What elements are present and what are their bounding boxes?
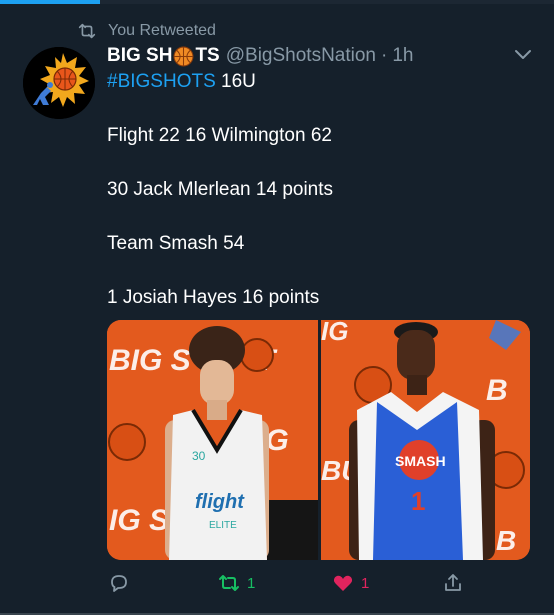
like-button[interactable]: 1 bbox=[331, 568, 369, 598]
author-name-part2: TS bbox=[195, 45, 220, 66]
share-button[interactable] bbox=[441, 568, 465, 598]
svg-text:IG: IG bbox=[321, 320, 348, 346]
tweet-actions: 1 1 bbox=[107, 568, 547, 598]
author-name[interactable]: BIG SH TS bbox=[107, 45, 220, 67]
reply-icon bbox=[111, 575, 127, 592]
svg-text:B: B bbox=[486, 374, 508, 407]
retweet-icon bbox=[219, 575, 239, 591]
photo-left[interactable]: BIG S T IG S IG 30 flight ELITE bbox=[107, 320, 318, 560]
heart-icon bbox=[333, 575, 353, 591]
photo-left-image: BIG S T IG S IG 30 flight ELITE bbox=[107, 320, 318, 560]
svg-text:30: 30 bbox=[192, 449, 206, 463]
tweet-text-line-hashtag: #BIGSHOTS 16U bbox=[107, 71, 256, 93]
svg-text:IG S: IG S bbox=[109, 504, 169, 537]
separator-dot: · bbox=[381, 45, 388, 66]
svg-text:flight: flight bbox=[195, 491, 245, 513]
author-name-part1: BIG SH bbox=[107, 45, 173, 66]
tweet-text-line: Team Smash 54 bbox=[107, 233, 245, 254]
retweet-count: 1 bbox=[247, 574, 256, 592]
retweet-icon bbox=[78, 23, 96, 39]
author-handle[interactable]: @BigShotsNation bbox=[226, 45, 376, 67]
tweet-text-line: 1 Josiah Hayes 16 points bbox=[107, 287, 320, 308]
bigshots-logo bbox=[23, 47, 95, 119]
basketball-icon bbox=[173, 46, 194, 66]
share-icon bbox=[445, 574, 461, 591]
svg-text:B: B bbox=[496, 525, 516, 556]
photo-right[interactable]: IG B BU B SMASH 1 bbox=[321, 320, 530, 560]
like-count: 1 bbox=[361, 574, 370, 592]
hashtag-link[interactable]: #BIGSHOTS bbox=[107, 71, 216, 92]
retweet-context-text: You Retweeted bbox=[108, 22, 216, 39]
top-progress-bar bbox=[0, 0, 554, 4]
photo-right-image: IG B BU B SMASH 1 bbox=[321, 320, 530, 560]
retweet-button[interactable]: 1 bbox=[217, 568, 255, 598]
tweet-time[interactable]: 1h bbox=[392, 45, 413, 67]
svg-text:ELITE: ELITE bbox=[209, 520, 237, 531]
svg-text:1: 1 bbox=[411, 486, 425, 516]
chevron-down-icon[interactable] bbox=[513, 48, 533, 62]
tweet-header: BIG SH TS @BigShotsNation · 1h bbox=[107, 44, 413, 68]
hashtag-suffix: 16U bbox=[215, 71, 256, 92]
tweet-text-line: 30 Jack Mlerlean 14 points bbox=[107, 179, 334, 200]
retweet-context: You Retweeted bbox=[76, 21, 216, 41]
svg-text:BIG S: BIG S bbox=[109, 344, 191, 377]
tweet-media[interactable]: BIG S T IG S IG 30 flight ELITE IG B BU … bbox=[107, 320, 530, 560]
svg-text:SMASH: SMASH bbox=[395, 453, 446, 469]
progress-fill bbox=[0, 0, 100, 4]
avatar[interactable] bbox=[23, 47, 95, 119]
reply-button[interactable] bbox=[107, 568, 137, 598]
tweet-text-line: Flight 22 16 Wilmington 62 bbox=[107, 125, 332, 146]
